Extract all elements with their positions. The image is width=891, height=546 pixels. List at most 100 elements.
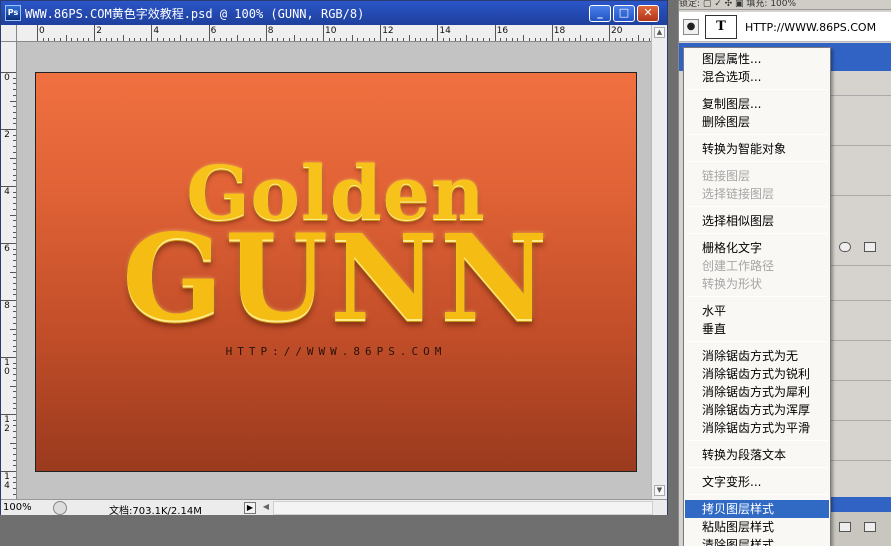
menu-item[interactable]: 栅格化文字 bbox=[685, 239, 829, 257]
status-bar: 100% 文档:703.1K/2.14M ▶ ◀ bbox=[1, 499, 667, 517]
menu-item[interactable]: 混合选项... bbox=[685, 68, 829, 86]
ruler-tick bbox=[174, 38, 176, 41]
ruler-tick bbox=[328, 38, 330, 41]
menu-item[interactable]: 选择相似图层 bbox=[685, 212, 829, 230]
ruler-tick bbox=[368, 38, 370, 41]
ruler-label: 0 bbox=[4, 73, 10, 83]
scroll-up-arrow-icon[interactable]: ▲ bbox=[654, 27, 665, 38]
menu-item: 转换为形状 bbox=[702, 277, 763, 291]
adjustment-icon[interactable] bbox=[839, 242, 851, 252]
ruler-tick bbox=[13, 134, 16, 136]
divider bbox=[831, 380, 891, 381]
ruler-tick bbox=[13, 368, 16, 370]
menu-item[interactable]: 粘贴图层样式 bbox=[685, 518, 829, 536]
maximize-button[interactable]: □ bbox=[613, 5, 635, 22]
menu-item[interactable]: 消除锯齿方式为浑厚 bbox=[685, 401, 829, 419]
menu-item[interactable]: 转换为智能对象 bbox=[685, 140, 829, 158]
status-menu-arrow-icon[interactable]: ▶ bbox=[244, 502, 256, 514]
ruler-tick bbox=[13, 317, 16, 319]
minimize-button[interactable]: _ bbox=[589, 5, 611, 22]
ruler-tick bbox=[10, 100, 16, 102]
ruler-tick bbox=[403, 38, 405, 41]
menu-item[interactable]: 文字变形... bbox=[685, 473, 829, 491]
ruler-tick bbox=[13, 339, 16, 341]
document-window: Ps WWW.86PS.COM黄色字效教程.psd @ 100% (GUNN, … bbox=[0, 0, 668, 517]
horizontal-scrollbar[interactable] bbox=[273, 501, 653, 515]
menu-item[interactable]: 消除锯齿方式为平滑 bbox=[685, 419, 829, 437]
menu-item[interactable]: 复制图层... bbox=[685, 95, 829, 113]
menu-item: 链接图层 bbox=[702, 169, 751, 183]
ruler-tick bbox=[88, 38, 90, 41]
menu-item[interactable]: 转换为段落文本 bbox=[685, 446, 829, 464]
ruler-tick bbox=[94, 25, 96, 41]
ruler-label: 1 2 bbox=[4, 415, 10, 434]
ruler-tick bbox=[13, 248, 16, 250]
scroll-left-arrow-icon[interactable]: ◀ bbox=[260, 502, 272, 514]
ruler-tick bbox=[351, 35, 353, 41]
ruler-tick bbox=[13, 345, 16, 347]
ruler-label: 12 bbox=[382, 26, 394, 36]
photoshop-app-icon: Ps bbox=[5, 5, 21, 21]
layers-panel-options[interactable]: 锁定: ▢ ✓ ✣ ▣ 填充: 100% bbox=[679, 0, 891, 10]
ruler-tick bbox=[180, 35, 181, 41]
menu-separator bbox=[687, 494, 827, 495]
ruler-tick bbox=[13, 225, 16, 227]
menu-item[interactable]: 消除锯齿方式为锐利 bbox=[685, 365, 829, 383]
new-layer-icon[interactable] bbox=[839, 522, 851, 532]
ruler-tick bbox=[534, 38, 536, 41]
ruler-tick bbox=[65, 35, 67, 41]
horizontal-ruler[interactable]: 0 2 4 6 8 10 12 14 16 18 20 bbox=[17, 25, 651, 42]
menu-item[interactable]: 消除锯齿方式为犀利 bbox=[685, 383, 829, 401]
ruler-tick bbox=[448, 38, 450, 41]
scroll-down-arrow-icon[interactable]: ▼ bbox=[654, 485, 665, 496]
ruler-label: 10 bbox=[325, 26, 337, 36]
ruler-label: 16 bbox=[496, 26, 509, 36]
new-item-icon[interactable] bbox=[864, 242, 876, 252]
ruler-tick bbox=[609, 25, 610, 41]
ruler-tick bbox=[202, 38, 204, 41]
document-title-bar[interactable]: Ps WWW.86PS.COM黄色字效教程.psd @ 100% (GUNN, … bbox=[1, 1, 667, 25]
close-button[interactable]: ✕ bbox=[637, 5, 659, 22]
menu-item[interactable]: 图层属性... bbox=[685, 50, 829, 68]
vertical-scrollbar[interactable]: ▲ ▼ bbox=[651, 25, 667, 499]
ruler-tick bbox=[311, 38, 313, 41]
layer-row[interactable]: ● T HTTP://WWW.86PS.COM bbox=[679, 12, 891, 42]
ruler-origin-corner[interactable] bbox=[1, 25, 17, 42]
ruler-tick bbox=[374, 38, 376, 41]
ruler-tick bbox=[82, 38, 84, 41]
divider bbox=[831, 145, 891, 146]
menu-item[interactable]: 垂直 bbox=[685, 320, 829, 338]
ruler-tick bbox=[340, 38, 342, 41]
menu-item[interactable]: 清除图层样式 bbox=[685, 536, 829, 546]
ruler-tick bbox=[13, 305, 16, 307]
ruler-tick bbox=[145, 38, 147, 41]
status-info-icon[interactable] bbox=[53, 501, 67, 515]
ruler-tick bbox=[528, 38, 530, 41]
ruler-tick bbox=[13, 203, 16, 205]
ruler-label: 4 bbox=[153, 26, 160, 36]
ruler-tick bbox=[477, 38, 479, 41]
canvas-workspace[interactable]: Golden GUNN HTTP://WWW.86PS.COM bbox=[17, 42, 651, 499]
menu-item[interactable]: 拷贝图层样式 bbox=[685, 500, 829, 518]
ruler-tick bbox=[317, 38, 319, 41]
visibility-eye-icon[interactable]: ● bbox=[683, 19, 699, 35]
menu-item[interactable]: 消除锯齿方式为无 bbox=[685, 347, 829, 365]
ruler-tick bbox=[408, 35, 410, 41]
ruler-tick bbox=[586, 38, 588, 41]
ruler-tick bbox=[59, 38, 61, 41]
ruler-tick bbox=[157, 38, 159, 41]
delete-layer-icon[interactable] bbox=[864, 522, 876, 532]
vertical-ruler[interactable]: 0 2 4 6 8 1 0 1 2 1 4 bbox=[1, 42, 17, 499]
ruler-tick bbox=[13, 106, 16, 108]
zoom-level-field[interactable]: 100% bbox=[3, 501, 47, 515]
ruler-tick bbox=[13, 334, 16, 336]
menu-item[interactable]: 删除图层 bbox=[685, 113, 829, 131]
ruler-tick bbox=[122, 35, 124, 41]
ruler-tick bbox=[260, 38, 262, 41]
image-canvas[interactable]: Golden GUNN HTTP://WWW.86PS.COM bbox=[35, 72, 637, 472]
panel-tool-icons bbox=[829, 240, 891, 256]
ruler-tick bbox=[48, 38, 50, 41]
divider bbox=[831, 300, 891, 301]
menu-item[interactable]: 水平 bbox=[685, 302, 829, 320]
ruler-tick bbox=[443, 38, 445, 41]
